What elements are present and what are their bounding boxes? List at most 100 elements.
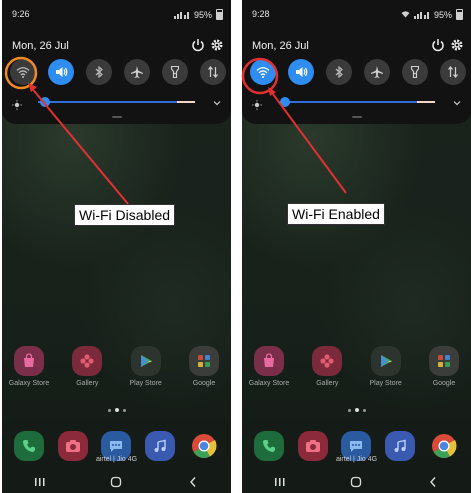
chevron-down-icon[interactable] [211,96,223,108]
date-label: Mon, 26 Jul [12,40,69,52]
screenshot-wifi-disabled: 9:26 95% Mon, 26 Jul Galaxy Store Galler… [2,0,231,493]
brightness-control [252,96,463,110]
signal-icon [173,11,190,19]
bluetooth-icon [95,65,103,79]
bluetooth-toggle[interactable] [326,59,352,85]
gear-icon[interactable] [450,38,464,52]
airplane-mode-icon [131,66,143,78]
wifi-status-icon [401,10,410,20]
app-gallery[interactable]: Gallery [65,346,109,387]
app-google-folder[interactable]: Google [422,346,466,387]
quick-settings-row [7,59,227,89]
home-button[interactable] [106,474,126,490]
recents-button[interactable] [30,474,50,490]
page-indicator [2,408,231,412]
wifi-icon [256,67,270,78]
app-gallery[interactable]: Gallery [305,346,349,387]
play-store-icon [130,346,161,376]
gallery-icon [312,346,343,376]
play-store-icon [370,346,401,376]
sound-toggle[interactable] [48,59,74,85]
flashlight-toggle[interactable] [402,59,428,85]
recents-button[interactable] [270,474,290,490]
status-icons: 95% [173,9,223,20]
airplane-mode-icon [371,66,383,78]
home-apps: Galaxy Store Gallery Play Store Google [7,346,226,387]
page-indicator [242,408,471,412]
battery-level: 95% [433,9,452,20]
flashlight-toggle[interactable] [162,59,188,85]
app-label: Gallery [76,380,99,387]
brightness-slider-thumb[interactable] [280,97,290,107]
power-icon[interactable] [191,38,205,52]
status-time: 9:26 [12,9,30,19]
mobile-data-toggle[interactable] [440,59,466,85]
status-bar: 9:26 95% [12,9,223,23]
navigation-bar [242,471,471,493]
annotation-label-enabled: Wi-Fi Enabled [287,203,385,225]
brightness-slider-track[interactable] [278,101,435,103]
navigation-bar [2,471,231,493]
date-label: Mon, 26 Jul [252,40,309,52]
app-label: Play Store [369,380,402,387]
app-label: Google [432,380,456,387]
home-button[interactable] [346,474,366,490]
airplane-mode-toggle[interactable] [124,59,150,85]
mobile-data-icon [448,66,458,78]
bluetooth-icon [335,65,343,79]
mobile-data-icon [208,66,218,78]
battery-icon [456,9,463,20]
app-label: Galaxy Store [8,380,50,387]
status-time: 9:28 [252,9,270,19]
app-label: Play Store [129,380,162,387]
mobile-data-toggle[interactable] [200,59,226,85]
brightness-slider-end [417,101,435,103]
home-apps: Galaxy Store Gallery Play Store Google [247,346,466,387]
chevron-down-icon[interactable] [451,96,463,108]
app-label: Google [192,380,216,387]
airplane-mode-toggle[interactable] [364,59,390,85]
sun-icon [252,97,262,110]
galaxy-store-icon [14,346,44,376]
wifi-icon [16,67,30,78]
back-button[interactable] [183,474,203,490]
battery-level: 95% [193,9,212,20]
battery-icon [216,9,223,20]
sound-toggle[interactable] [288,59,314,85]
brightness-slider-track[interactable] [38,101,195,103]
carrier-label: airtel | Jio 4G [335,456,378,463]
bluetooth-toggle[interactable] [86,59,112,85]
sun-icon [12,97,22,110]
app-label: Gallery [316,380,339,387]
panel-drag-handle[interactable] [111,116,122,118]
app-galaxy-store[interactable]: Galaxy Store [7,346,51,387]
app-label: Galaxy Store [248,380,290,387]
wifi-toggle[interactable] [10,59,36,85]
back-button[interactable] [423,474,443,490]
power-icon[interactable] [431,38,445,52]
quick-settings-panel: 9:26 95% Mon, 26 Jul [2,0,231,124]
wifi-toggle[interactable] [250,59,276,85]
app-galaxy-store[interactable]: Galaxy Store [247,346,291,387]
app-play-store[interactable]: Play Store [124,346,168,387]
carrier-label: airtel | Jio 4G [95,456,138,463]
brightness-slider-end [177,101,195,103]
gear-icon[interactable] [210,38,224,52]
signal-icon [413,11,430,19]
sound-icon [296,67,308,77]
flashlight-icon [170,65,180,79]
quick-settings-panel: 9:28 95% Mon, 26 Jul [242,0,471,124]
flashlight-icon [410,65,420,79]
quick-settings-row [247,59,467,89]
app-play-store[interactable]: Play Store [364,346,408,387]
app-google-folder[interactable]: Google [182,346,226,387]
annotation-label-disabled: Wi-Fi Disabled [74,204,176,226]
galaxy-store-icon [254,346,284,376]
sound-icon [56,67,68,77]
screenshot-wifi-enabled: 9:28 95% Mon, 26 Jul Galaxy Store Galler… [242,0,471,493]
status-icons: 95% [401,9,463,20]
brightness-slider-thumb[interactable] [40,97,50,107]
google-folder-icon [188,346,219,376]
google-folder-icon [428,346,459,376]
panel-drag-handle[interactable] [351,116,362,118]
